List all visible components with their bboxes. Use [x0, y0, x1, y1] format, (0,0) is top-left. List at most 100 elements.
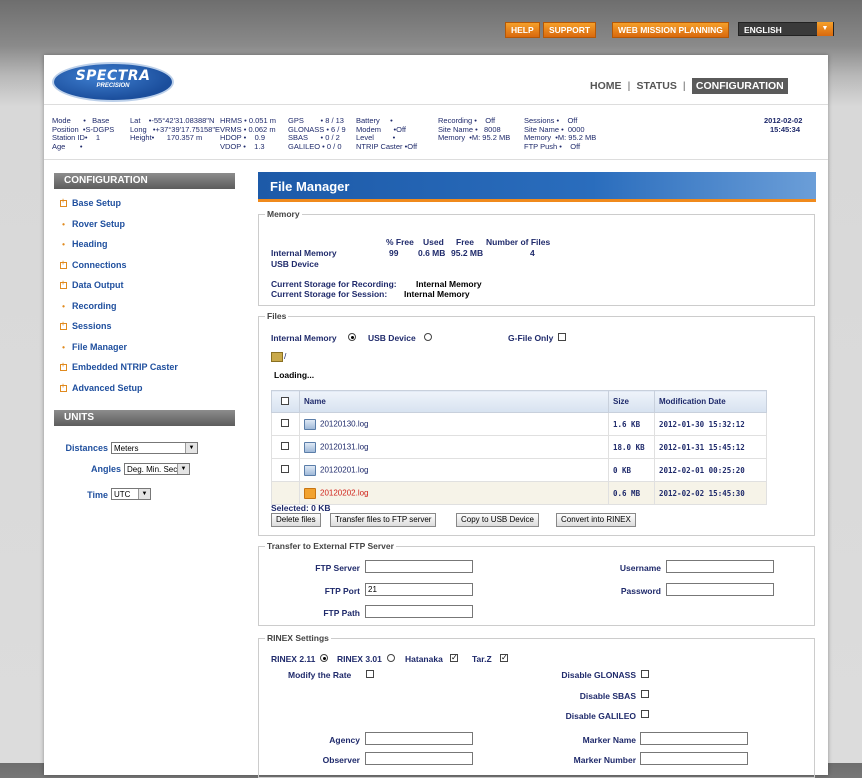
file-size: 18.0 KB	[608, 435, 655, 459]
logo-sub: PRECISION	[96, 83, 130, 89]
file-icon	[304, 464, 316, 476]
sidebar-item[interactable]: Data Output	[60, 280, 124, 290]
usb-device-radio[interactable]	[424, 333, 432, 341]
marker-number-input[interactable]	[640, 752, 748, 765]
support-button[interactable]: SUPPORT	[543, 22, 597, 38]
ses-storage-value: Internal Memory	[404, 289, 470, 299]
file-name: 20120202.log	[320, 488, 369, 498]
file-name: 20120201.log	[320, 465, 369, 475]
delete-files-button[interactable]: Delete files	[271, 513, 321, 527]
disable-galileo-checkbox[interactable]	[641, 710, 649, 718]
chevron-down-icon: ▼	[138, 489, 150, 499]
disable-glonass-label: Disable GLONASS	[561, 670, 636, 680]
select-all-cell	[271, 390, 300, 413]
time-select[interactable]: UTC ▼	[111, 488, 151, 500]
sidebar-item[interactable]: • Rover Setup	[60, 219, 125, 229]
internal-free-pct: 99	[389, 248, 399, 258]
ftp-port-input[interactable]: 21	[365, 583, 473, 596]
table-row[interactable]: 20120202.log 0.6 MB 2012-02-02 15:45:30	[271, 481, 767, 505]
sidebar-item[interactable]: • Recording	[60, 301, 116, 311]
rinex-211-radio[interactable]	[320, 654, 328, 662]
nav-home[interactable]: HOME	[590, 80, 622, 92]
help-button[interactable]: HELP	[505, 22, 540, 38]
col-size[interactable]: Size	[608, 390, 655, 413]
sidebar-item[interactable]: Advanced Setup	[60, 383, 143, 393]
observer-input[interactable]	[365, 752, 473, 765]
agency-input[interactable]	[365, 732, 473, 745]
nav-configuration[interactable]: CONFIGURATION	[691, 78, 788, 94]
row-select-cell	[271, 435, 300, 459]
row-checkbox[interactable]	[281, 419, 289, 427]
tarz-checkbox[interactable]: ✓	[500, 654, 508, 662]
expand-icon	[60, 198, 67, 208]
row-select-cell	[271, 412, 300, 436]
modify-rate-checkbox[interactable]	[366, 670, 374, 678]
distances-select[interactable]: Meters ▼	[111, 442, 198, 454]
file-name-cell[interactable]: 20120131.log	[299, 435, 609, 459]
sidebar-item-label: Embedded NTRIP Caster	[72, 362, 178, 372]
usb-device-radio-label: USB Device	[368, 333, 416, 343]
sidebar-item-label: Rover Setup	[72, 218, 126, 229]
sidebar-item[interactable]: Embedded NTRIP Caster	[60, 362, 178, 372]
status-position-col: Lat •-55°42'31.08388"N Long •+37°39'17.7…	[130, 116, 221, 142]
nav-separator: |	[682, 80, 686, 92]
ftp-path-label: FTP Path	[323, 608, 360, 618]
transfer-ftp-button[interactable]: Transfer files to FTP server	[330, 513, 437, 527]
nav-status[interactable]: STATUS	[636, 80, 676, 92]
internal-memory-radio[interactable]	[348, 333, 356, 341]
sidebar-item[interactable]: Sessions	[60, 321, 112, 331]
table-row[interactable]: 20120201.log 0 KB 2012-02-01 00:25:20	[271, 458, 767, 482]
file-name-cell[interactable]: 20120130.log	[299, 412, 609, 436]
select-all-checkbox[interactable]	[281, 396, 289, 405]
tarz-label: Tar.Z	[472, 654, 492, 664]
lock-icon	[304, 487, 316, 499]
rec-storage-label: Current Storage for Recording:	[271, 279, 397, 289]
angles-select[interactable]: Deg. Min. Sec. ▼	[124, 463, 190, 475]
gfile-only-checkbox[interactable]	[558, 333, 566, 341]
file-name-cell[interactable]: 20120202.log	[299, 481, 609, 505]
internal-free: 95.2 MB	[451, 248, 484, 258]
expand-icon	[60, 321, 67, 331]
selected-size: Selected: 0 KB	[271, 503, 331, 513]
sidebar-item[interactable]: Connections	[60, 260, 127, 270]
marker-name-input[interactable]	[640, 732, 748, 745]
convert-rinex-button[interactable]: Convert into RINEX	[556, 513, 636, 527]
sidebar-item[interactable]: • File Manager	[60, 342, 127, 352]
ftp-legend: Transfer to External FTP Server	[265, 541, 396, 551]
sidebar-item[interactable]: • Heading	[60, 239, 107, 249]
row-checkbox[interactable]	[281, 465, 289, 473]
expand-icon	[60, 383, 67, 392]
language-select[interactable]: ENGLISH ▼	[738, 22, 834, 36]
rinex-211-label: RINEX 2.11	[271, 654, 316, 664]
password-input[interactable]	[666, 583, 774, 596]
status-recording-col: Recording • Off Site Name • 8008 Memory …	[438, 116, 511, 142]
file-name-cell[interactable]: 20120201.log	[299, 458, 609, 482]
spectra-precision-logo: SPECTRA PRECISION	[52, 62, 174, 102]
folder-up-icon[interactable]	[271, 352, 283, 362]
copy-usb-button[interactable]: Copy to USB Device	[456, 513, 539, 527]
memory-col-free: Free	[456, 237, 474, 247]
table-row[interactable]: 20120130.log 1.6 KB 2012-01-30 15:32:12	[271, 412, 767, 436]
observer-label: Observer	[322, 755, 360, 765]
table-row[interactable]: 20120131.log 18.0 KB 2012-01-31 15:45:12	[271, 435, 767, 459]
disable-sbas-checkbox[interactable]	[641, 690, 649, 698]
disable-glonass-checkbox[interactable]	[641, 670, 649, 678]
col-name[interactable]: Name	[299, 390, 609, 413]
col-date[interactable]: Modification Date	[654, 390, 767, 413]
angles-label: Angles	[90, 464, 121, 474]
ftp-server-label: FTP Server	[315, 563, 360, 573]
web-mission-planning-button[interactable]: WEB MISSION PLANNING	[612, 22, 729, 38]
chevron-down-icon: ▼	[817, 22, 833, 36]
rec-storage-value: Internal Memory	[416, 279, 482, 289]
time-label: Time	[87, 490, 108, 500]
hatanaka-checkbox[interactable]: ✓	[450, 654, 458, 662]
row-checkbox[interactable]	[281, 442, 289, 450]
chevron-down-icon: ▼	[185, 443, 197, 453]
ftp-server-input[interactable]	[365, 560, 473, 573]
sidebar-item[interactable]: Base Setup	[60, 198, 121, 208]
language-value: ENGLISH	[744, 25, 782, 35]
ftp-path-input[interactable]	[365, 605, 473, 618]
internal-used: 0.6 MB	[418, 248, 446, 258]
username-input[interactable]	[666, 560, 774, 573]
rinex-301-radio[interactable]	[387, 654, 395, 662]
